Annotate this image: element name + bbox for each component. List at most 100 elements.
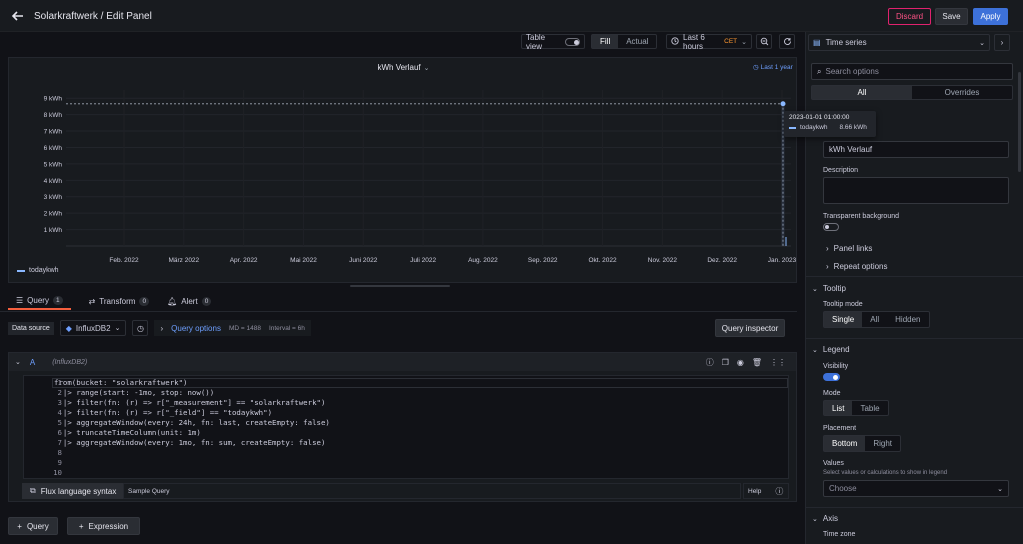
axis-section-label: Axis (822, 514, 838, 523)
title-input[interactable]: kWh Verlauf (823, 141, 1009, 158)
tab-query[interactable]: ☰ Query 1 (8, 293, 71, 310)
viz-picker[interactable]: ▤ Time series ⌄ (808, 34, 990, 51)
add-query-button[interactable]: + Query (8, 517, 58, 535)
tab-transform[interactable]: ⇄ Transform 0 (89, 297, 150, 306)
save-button[interactable]: Save (935, 8, 968, 25)
chevron-down-icon: ⌄ (114, 325, 121, 332)
tab-transform-label: Transform (99, 297, 136, 306)
transparent-toggle[interactable] (823, 223, 839, 231)
time-series-chart: 1 kWh 2 kWh 3 kWh 4 kWh 5 kWh 6 kWh 7 kWh 8 kWh… (44, 90, 797, 264)
y-tick-label: 1 kWh (44, 227, 63, 234)
query-options-label: Query options (171, 323, 221, 333)
chevron-down-icon: ⌄ (979, 39, 985, 47)
tooltip-mode-hidden[interactable]: Hidden (887, 312, 928, 327)
discard-button[interactable]: Discard (888, 8, 931, 25)
max-datapoints: MD = 1488 (228, 324, 261, 332)
query-options[interactable]: › Query options MD = 1488 Interval = 6h (154, 320, 311, 336)
flux-syntax-button[interactable]: ⧉ Flux language syntax (22, 483, 125, 499)
x-tick-label: Okt. 2022 (588, 257, 617, 264)
query-ref[interactable]: A (30, 358, 35, 367)
back-arrow-icon[interactable] (11, 9, 25, 23)
drag-handle-icon[interactable]: ⋮⋮ (770, 358, 786, 367)
tab-overrides[interactable]: Overrides (912, 86, 1012, 99)
code-editor[interactable]: 1 2 3 4 5 6 7 8 9 10 from(bucket: "solarkraftwerk… (23, 375, 789, 479)
code-line: from(bucket: "solarkraftwerk") (54, 378, 188, 387)
datasource-name: InfluxDB2 (75, 323, 111, 333)
query-inspector-button[interactable]: Query inspector (715, 319, 785, 337)
mode-label: Mode (823, 390, 841, 397)
graph-icon: ▤ (813, 38, 821, 47)
tooltip-mode-single[interactable]: Single (824, 312, 863, 327)
chevron-down-icon: ⌄ (997, 485, 1003, 493)
datasource-picker[interactable]: ◆ InfluxDB2 ⌄ (59, 320, 127, 336)
tooltip-series: todaykwh (800, 124, 828, 131)
chevron-right-icon: › (826, 262, 829, 271)
search-icon: ⌕ (817, 66, 822, 76)
x-tick-label: Feb. 2022 (109, 257, 139, 264)
repeat-options-section[interactable]: › Repeat options (826, 262, 888, 271)
tooltip-value: 8.66 kWh (839, 124, 867, 131)
visibility-toggle[interactable] (823, 373, 840, 381)
add-expression-button[interactable]: + Expression (67, 517, 140, 535)
code-line: |> aggregateWindow(every: 1mo, fn: sum, … (54, 438, 326, 447)
legend-section[interactable]: ⌄ Legend (812, 345, 850, 354)
time-picker[interactable]: Last 6 hours CET ⌄ (666, 32, 752, 51)
splitter-handle[interactable] (350, 285, 450, 287)
apply-button[interactable]: Apply (973, 8, 1008, 25)
description-label: Description (823, 167, 859, 174)
placement-bottom[interactable]: Bottom (824, 436, 866, 451)
visibility-label: Visibility (823, 363, 849, 370)
flux-syntax-label: Flux language syntax (40, 486, 117, 496)
viz-name: Time series (825, 38, 867, 47)
external-link-icon: ⧉ (30, 486, 36, 495)
plus-icon: + (78, 521, 84, 531)
zoom-out-icon[interactable] (756, 34, 772, 49)
eye-icon[interactable]: ◉ (737, 358, 744, 367)
tooltip-time: 2023-01-01 01:00:00 (789, 114, 850, 121)
panel-links-section[interactable]: › Panel links (826, 244, 872, 253)
chevron-down-icon: ⌄ (812, 515, 818, 523)
legend-mode-table[interactable]: Table (852, 401, 887, 415)
values-placeholder: Choose (829, 484, 857, 493)
legend-placement-radio: Bottom Right (823, 435, 902, 452)
fill-actual-toggle: Fill Actual (591, 34, 658, 49)
top-bar: Solarkraftwerk / Edit Panel Discard Save… (0, 0, 1023, 32)
trash-icon[interactable]: 🗑︎ (752, 358, 762, 367)
tooltip-mode-all[interactable]: All (862, 312, 887, 327)
description-textarea[interactable] (823, 177, 1009, 204)
tooltip-swatch (789, 126, 796, 129)
chevron-down-icon: ⌄ (812, 346, 818, 354)
query-history-icon[interactable]: ◷ (132, 320, 149, 336)
chart-legend[interactable]: todaykwh (17, 267, 59, 274)
help-button[interactable]: Help ⓘ (743, 483, 789, 499)
tab-alert[interactable]: 🔔︎ Alert 0 (167, 297, 212, 306)
table-view-toggle[interactable]: Table view (521, 33, 585, 51)
datasource-row: Data source ◆ InfluxDB2 ⌄ ◷ › Query opti… (8, 319, 797, 337)
panel-preview: kWh Verlauf ⌄ ◷ Last 1 year 1 kWh 2 kWh 3 … (8, 57, 876, 283)
scrollbar-thumb[interactable] (1018, 72, 1021, 172)
tab-all[interactable]: All (812, 86, 912, 99)
add-expression-label: Expression (88, 521, 129, 531)
collapse-icon[interactable]: ⌄ (15, 358, 21, 366)
axis-section[interactable]: ⌄ Axis (812, 514, 838, 523)
y-tick-label: 5 kWh (44, 161, 63, 168)
tab-query-label: Query (27, 296, 49, 305)
placement-right[interactable]: Right (865, 436, 900, 451)
values-select[interactable]: Choose ⌄ (823, 480, 1009, 497)
refresh-icon[interactable] (779, 34, 795, 49)
fill-option[interactable]: Fill (592, 35, 619, 48)
legend-mode-list[interactable]: List (824, 401, 853, 415)
tab-transform-count: 0 (139, 297, 150, 306)
actual-option[interactable]: Actual (618, 35, 656, 48)
duplicate-icon[interactable]: ❐ (722, 358, 729, 367)
time-range-label: Last 6 hours (683, 32, 705, 51)
help-icon[interactable]: ⓘ (706, 357, 714, 368)
x-tick-label: Dez. 2022 (707, 257, 737, 264)
search-options-input[interactable]: ⌕ Search options (811, 63, 1013, 80)
code-line: |> aggregateWindow(every: 24h, fn: last,… (54, 418, 330, 427)
collapse-pane-icon[interactable]: › (994, 34, 1010, 51)
sample-query-select[interactable]: Sample Query (123, 483, 741, 499)
x-tick-label: Juli 2022 (410, 257, 436, 264)
tooltip-section[interactable]: ⌄ Tooltip (812, 284, 846, 293)
placement-label: Placement (823, 425, 857, 432)
